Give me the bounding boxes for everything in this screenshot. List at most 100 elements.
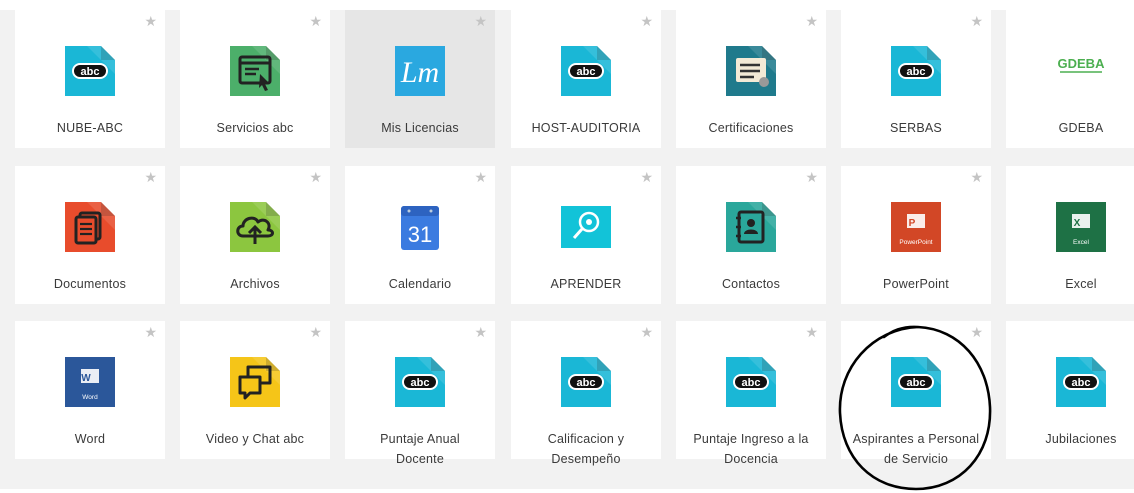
svg-text:abc: abc: [1072, 377, 1091, 389]
app-tile-gdeba[interactable]: ★ GDEBA GDEBA: [1006, 10, 1134, 148]
app-tile-mis-licencias[interactable]: ★ Lm Mis Licencias: [345, 10, 495, 148]
app-launcher-grid: ★ abc NUBE-ABC ★ Servicios abc ★ Lm Mis Lic…: [0, 0, 1134, 491]
svg-text:W: W: [81, 373, 91, 384]
favorite-star-icon[interactable]: ★: [805, 15, 818, 29]
svg-text:abc: abc: [81, 66, 100, 78]
favorite-star-icon[interactable]: ★: [474, 171, 487, 185]
app-tile-puntaje-ingreso-a-la-docencia[interactable]: ★ abc Puntaje Ingreso a la Docencia: [676, 321, 826, 466]
svg-text:GDEBA: GDEBA: [1058, 56, 1106, 71]
app-tile-label: Certificaciones: [708, 121, 794, 135]
favorite-star-icon[interactable]: ★: [805, 326, 818, 340]
app-tile-certificaciones[interactable]: ★ Certificaciones: [676, 10, 826, 148]
app-tile-label: Calificacion y Desempeño: [547, 432, 625, 466]
app-tile-aprender[interactable]: ★ APRENDER: [511, 166, 661, 304]
powerpoint-icon: P PowerPoint: [889, 200, 943, 254]
top-strip: [0, 0, 1134, 10]
app-tile-label: PowerPoint: [883, 277, 949, 291]
svg-text:X: X: [1074, 218, 1081, 229]
app-tile-label: Video y Chat abc: [205, 432, 305, 446]
favorite-star-icon[interactable]: ★: [474, 326, 487, 340]
svg-text:abc: abc: [577, 66, 596, 78]
favorite-star-icon[interactable]: ★: [805, 171, 818, 185]
app-tile-label: Aspirantes a Personal de Servicio: [852, 432, 980, 466]
app-tile-aspirantes-a-personal-de-servicio[interactable]: ★ abc Aspirantes a Personal de Servicio: [841, 321, 991, 466]
chat-bubbles-icon: [228, 355, 282, 409]
app-tile-label: GDEBA: [1058, 121, 1104, 135]
svg-text:P: P: [909, 218, 916, 229]
app-tile-servicios-abc[interactable]: ★ Servicios abc: [180, 10, 330, 148]
abc-icon: abc: [559, 44, 613, 98]
excel-icon: X Excel: [1054, 200, 1108, 254]
favorite-star-icon[interactable]: ★: [640, 171, 653, 185]
app-tile-documentos[interactable]: ★ Documentos: [15, 166, 165, 304]
svg-text:31: 31: [408, 222, 432, 247]
app-tile-label: SERBAS: [890, 121, 942, 135]
favorite-star-icon[interactable]: ★: [309, 326, 322, 340]
app-tile-label: Contactos: [721, 277, 781, 291]
app-tile-label: Puntaje Ingreso a la Docencia: [693, 432, 809, 466]
favorite-star-icon[interactable]: ★: [970, 15, 983, 29]
app-tile-label: Documentos: [53, 277, 127, 291]
svg-text:abc: abc: [577, 377, 596, 389]
app-tile-contactos[interactable]: ★ Contactos: [676, 166, 826, 304]
favorite-star-icon[interactable]: ★: [970, 326, 983, 340]
svg-text:abc: abc: [742, 377, 761, 389]
app-tile-serbas[interactable]: ★ abc SERBAS: [841, 10, 991, 148]
app-tile-word[interactable]: ★ W Word Word: [15, 321, 165, 459]
services-window-icon: [228, 44, 282, 98]
favorite-star-icon[interactable]: ★: [640, 15, 653, 29]
app-tile-label: Servicios abc: [216, 121, 294, 135]
favorite-star-icon[interactable]: ★: [474, 15, 487, 29]
abc-icon: abc: [63, 44, 117, 98]
app-tile-label: Word: [74, 432, 106, 446]
app-tile-video-y-chat-abc[interactable]: ★ Video y Chat abc: [180, 321, 330, 459]
app-tile-jubilaciones[interactable]: ★ abc Jubilaciones: [1006, 321, 1134, 459]
favorite-star-icon[interactable]: ★: [144, 326, 157, 340]
app-tile-label: Jubilaciones: [1045, 432, 1117, 446]
app-tile-label: Mis Licencias: [381, 121, 459, 135]
app-tile-calendario[interactable]: ★ 31 Calendario: [345, 166, 495, 304]
contacts-icon: [724, 200, 778, 254]
svg-text:abc: abc: [411, 377, 430, 389]
favorite-star-icon[interactable]: ★: [309, 15, 322, 29]
favorite-star-icon[interactable]: ★: [144, 15, 157, 29]
documents-icon: [63, 200, 117, 254]
favorite-star-icon[interactable]: ★: [640, 326, 653, 340]
favorite-star-icon[interactable]: ★: [309, 171, 322, 185]
app-tile-calificacion-y-desempeño[interactable]: ★ abc Calificacion y Desempeño: [511, 321, 661, 466]
app-tile-archivos[interactable]: ★ Archivos: [180, 166, 330, 304]
abc-icon: abc: [559, 355, 613, 409]
app-tile-label: HOST-AUDITORIA: [531, 121, 641, 135]
abc-icon: abc: [393, 355, 447, 409]
gdeba-logo: GDEBA: [1054, 44, 1108, 98]
abc-icon: abc: [724, 355, 778, 409]
app-tile-label: Calendario: [388, 277, 452, 291]
favorite-star-icon[interactable]: ★: [144, 171, 157, 185]
calendar-icon: 31: [393, 200, 447, 254]
app-tile-host-auditoria[interactable]: ★ abc HOST-AUDITORIA: [511, 10, 661, 148]
app-tile-label: APRENDER: [550, 277, 622, 291]
lm-licenses-icon: Lm: [393, 44, 447, 98]
app-tile-label: Archivos: [230, 277, 280, 291]
abc-icon: abc: [889, 44, 943, 98]
svg-text:abc: abc: [907, 66, 926, 78]
svg-text:abc: abc: [907, 377, 926, 389]
abc-icon: abc: [1054, 355, 1108, 409]
cloud-upload-icon: [228, 200, 282, 254]
app-tile-excel[interactable]: ★ X ExcelExcel: [1006, 166, 1134, 304]
svg-text:Word: Word: [82, 394, 98, 401]
app-tile-label: Puntaje Anual Docente: [380, 432, 460, 466]
aprender-icon: [559, 200, 613, 254]
app-tile-puntaje-anual-docente[interactable]: ★ abc Puntaje Anual Docente: [345, 321, 495, 466]
app-tile-label: Excel: [1065, 277, 1097, 291]
certificate-icon: [724, 44, 778, 98]
svg-text:Lm: Lm: [400, 56, 439, 89]
abc-icon: abc: [889, 355, 943, 409]
app-tile-nube-abc[interactable]: ★ abc NUBE-ABC: [15, 10, 165, 148]
app-tile-powerpoint[interactable]: ★ P PowerPoint PowerPoint: [841, 166, 991, 304]
svg-text:PowerPoint: PowerPoint: [899, 239, 932, 246]
app-tile-label: NUBE-ABC: [56, 121, 124, 135]
word-icon: W Word: [63, 355, 117, 409]
svg-text:Excel: Excel: [1073, 239, 1089, 246]
favorite-star-icon[interactable]: ★: [970, 171, 983, 185]
